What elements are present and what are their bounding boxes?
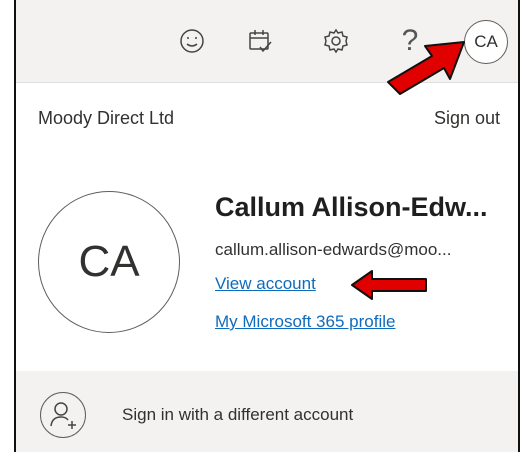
organization-name: Moody Direct Ltd: [38, 108, 175, 128]
switch-account-row[interactable]: Sign in with a different account: [16, 371, 518, 452]
annotation-arrow-icon: [351, 270, 427, 300]
gear-icon[interactable]: [320, 25, 352, 57]
annotation-arrow-icon: [387, 41, 465, 95]
sign-in-different-account-label: Sign in with a different account: [122, 405, 354, 424]
user-email: callum.allison-edwards@moo...: [215, 240, 452, 259]
user-name: Callum Allison-Edw...: [215, 192, 488, 222]
sign-out-link[interactable]: Sign out: [434, 108, 500, 129]
calendar-check-icon[interactable]: [244, 25, 276, 57]
avatar-large-initials: CA: [78, 237, 140, 286]
avatar-initials: CA: [474, 32, 498, 51]
microsoft-365-profile-link[interactable]: My Microsoft 365 profile: [215, 312, 395, 332]
avatar: CA: [38, 191, 180, 333]
smiley-icon[interactable]: [176, 25, 208, 57]
account-panel: ? CA Moody Direct Ltd Sign out CA Callum…: [14, 0, 520, 452]
add-person-icon: [40, 392, 86, 438]
view-account-link[interactable]: View account: [215, 274, 316, 294]
